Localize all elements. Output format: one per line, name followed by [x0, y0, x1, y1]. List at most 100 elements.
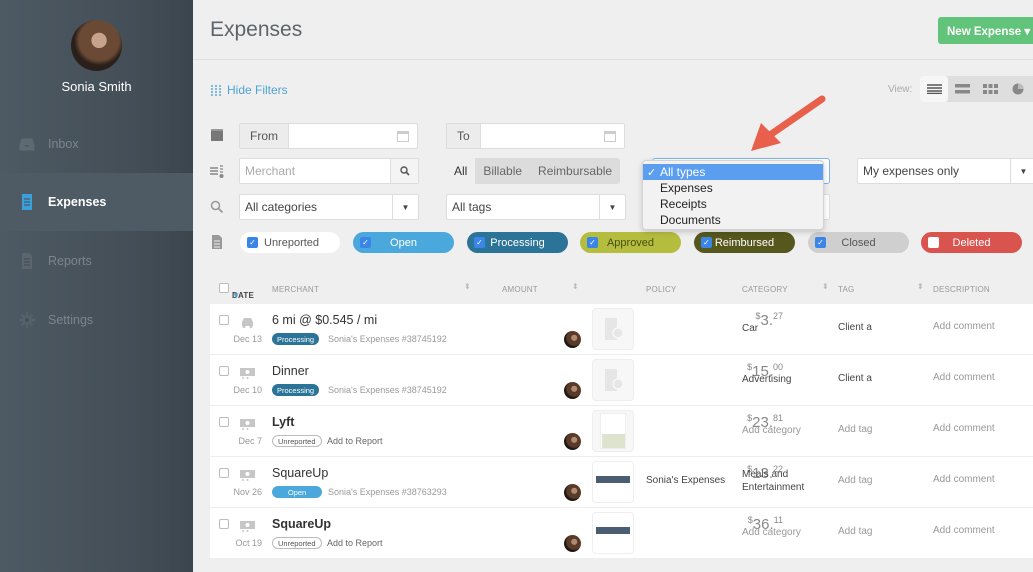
view-grid-button[interactable] [976, 76, 1004, 102]
status-checkbox[interactable]: ✓ [815, 237, 826, 248]
receipt-placeholder[interactable] [592, 359, 634, 401]
merchant-name[interactable]: Dinner [272, 364, 309, 378]
receipt-thumbnail[interactable] [592, 410, 634, 452]
billable-option-billable[interactable]: Billable [475, 158, 530, 184]
row-checkbox[interactable] [219, 315, 229, 325]
description[interactable]: Add comment [933, 474, 995, 485]
row-checkbox[interactable] [219, 468, 229, 478]
tags-select[interactable]: All tags ▼ [446, 194, 626, 220]
calendar-icon [211, 129, 223, 141]
status-checkbox[interactable]: ✓ [587, 237, 598, 248]
report-link[interactable]: Sonia's Expenses #38745192 [328, 334, 447, 344]
user-name[interactable]: Sonia Smith [0, 79, 193, 94]
column-description[interactable]: DESCRIPTION [933, 285, 990, 294]
column-tag[interactable]: TAG [838, 285, 854, 294]
merchant-name[interactable]: 6 mi @ $0.545 / mi [272, 313, 377, 327]
category[interactable]: Advertising [742, 373, 791, 386]
from-date-input[interactable]: From [239, 123, 418, 149]
receipt-placeholder[interactable] [592, 308, 634, 350]
hide-filters-button[interactable]: Hide Filters [210, 83, 288, 97]
cash-icon [240, 519, 255, 532]
description[interactable]: Add comment [933, 321, 995, 332]
expense-date: Dec 7 [238, 436, 262, 446]
status-badge: Processing [272, 333, 320, 345]
sidebar-item-reports[interactable]: Reports [0, 232, 193, 290]
to-date-input[interactable]: To [446, 123, 625, 149]
category[interactable]: Add category [742, 526, 801, 539]
tag[interactable]: Client a [838, 373, 872, 384]
billable-option-all[interactable]: All [446, 158, 476, 184]
tag[interactable]: Add tag [838, 475, 872, 486]
owner-select[interactable]: My expenses only ▼ [857, 158, 1033, 184]
status-filter-reimbursed[interactable]: ✓ Reimbursed [694, 232, 795, 253]
tag[interactable]: Add tag [838, 526, 872, 537]
types-option-all[interactable]: ✓ All types [643, 164, 823, 180]
sort-icon[interactable]: ⬍ [464, 282, 471, 291]
categories-select[interactable]: All categories ▼ [239, 194, 419, 220]
table-row[interactable]: Dec 10 Dinner Processing Sonia's Expenses #… [210, 355, 1033, 406]
select-all-checkbox[interactable] [219, 283, 229, 293]
column-merchant[interactable]: MERCHANT [272, 285, 319, 294]
category[interactable]: Meals and Entertainment [742, 468, 822, 494]
status-checkbox[interactable]: ✓ [247, 237, 258, 248]
status-filter-unreported[interactable]: ✓ Unreported [240, 232, 340, 253]
receipt-image [595, 515, 631, 551]
calendar-picker-icon[interactable] [604, 131, 616, 142]
types-option-documents[interactable]: Documents [643, 212, 823, 228]
add-to-report-link[interactable]: Add to Report [327, 436, 383, 446]
receipt-thumbnail[interactable] [592, 512, 634, 554]
receipt-thumbnail[interactable] [592, 461, 634, 503]
row-checkbox[interactable] [219, 519, 229, 529]
billable-option-reimbursable[interactable]: Reimbursable [530, 158, 620, 184]
tag[interactable]: Client a [838, 322, 872, 333]
status-checkbox[interactable]: ✓ [474, 237, 485, 248]
category[interactable]: Add category [742, 424, 801, 437]
types-option-expenses[interactable]: Expenses [643, 180, 823, 196]
status-filter-deleted[interactable]: Deleted [921, 232, 1022, 253]
view-compact-button[interactable] [948, 76, 976, 102]
sidebar-item-inbox[interactable]: Inbox [0, 115, 193, 173]
merchant-name[interactable]: Lyft [272, 415, 294, 429]
column-policy[interactable]: POLICY [646, 285, 677, 294]
status-filter-closed[interactable]: ✓ Closed [808, 232, 909, 253]
view-chart-button[interactable] [1004, 76, 1032, 102]
description[interactable]: Add comment [933, 372, 995, 383]
add-to-report-link[interactable]: Add to Report [327, 538, 383, 548]
new-expense-button[interactable]: New Expense ▾ [938, 17, 1033, 44]
row-checkbox[interactable] [219, 417, 229, 427]
column-amount[interactable]: AMOUNT [502, 285, 538, 294]
sort-icon[interactable]: ⬍ [822, 282, 829, 291]
status-badge: Unreported [272, 435, 322, 447]
sidebar-item-expenses[interactable]: Expenses [0, 173, 193, 231]
sort-icon[interactable]: ⬍ [572, 282, 579, 291]
row-checkbox[interactable] [219, 366, 229, 376]
table-row[interactable]: Oct 19 SquareUp Unreported Add to Report $36… [210, 508, 1033, 559]
view-list-button[interactable] [920, 76, 948, 102]
description[interactable]: Add comment [933, 525, 995, 536]
types-option-receipts[interactable]: Receipts [643, 196, 823, 212]
description[interactable]: Add comment [933, 423, 995, 434]
from-label: From [240, 124, 289, 148]
status-checkbox[interactable] [928, 237, 939, 248]
status-filter-open[interactable]: ✓ Open [353, 232, 454, 253]
calendar-picker-icon[interactable] [397, 131, 409, 142]
status-filter-approved[interactable]: ✓ Approved [580, 232, 681, 253]
report-link[interactable]: Sonia's Expenses #38763293 [328, 487, 447, 497]
merchant-name[interactable]: SquareUp [272, 517, 331, 531]
sidebar-item-settings[interactable]: Settings [0, 291, 193, 349]
category[interactable]: Car [742, 322, 758, 335]
tag[interactable]: Add tag [838, 424, 872, 435]
merchant-name[interactable]: SquareUp [272, 466, 328, 480]
table-row[interactable]: Dec 7 Lyft Unreported Add to Report $23.81 Ad… [210, 406, 1033, 457]
report-link[interactable]: Sonia's Expenses #38745192 [328, 385, 447, 395]
table-row[interactable]: Dec 13 6 mi @ $0.545 / mi Processing Sonia'… [210, 304, 1033, 355]
table-row[interactable]: Nov 26 SquareUp Open Sonia's Expenses #3876… [210, 457, 1033, 508]
column-category[interactable]: CATEGORY [742, 285, 788, 294]
status-checkbox[interactable]: ✓ [701, 237, 712, 248]
sort-icon[interactable]: ⬍ [917, 282, 924, 291]
user-avatar[interactable] [71, 20, 122, 71]
status-checkbox[interactable]: ✓ [360, 237, 371, 248]
merchant-input[interactable]: Merchant [239, 158, 419, 184]
merchant-search-button[interactable] [390, 159, 418, 183]
status-filter-processing[interactable]: ✓ Processing [467, 232, 568, 253]
